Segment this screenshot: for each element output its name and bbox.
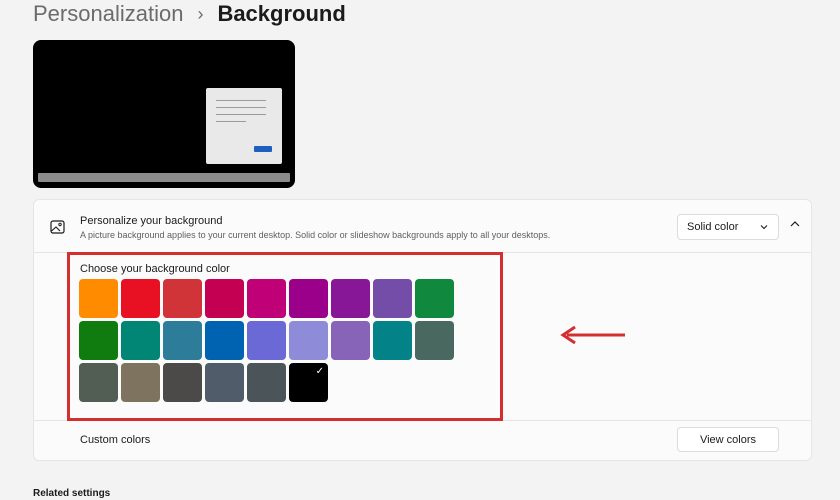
chevron-down-icon [759, 222, 769, 235]
custom-colors-row: Custom colors View colors [34, 421, 811, 460]
page-title: Background [217, 1, 346, 26]
dropdown-value: Solid color [687, 221, 739, 233]
collapse-button[interactable] [785, 216, 805, 236]
arrow-annotation-icon [560, 325, 625, 345]
breadcrumb-separator: › [197, 3, 204, 24]
preview-button [254, 146, 272, 152]
image-icon [50, 220, 65, 234]
personalize-background-card: Personalize your background A picture ba… [33, 199, 812, 461]
breadcrumb: Personalization › Background [33, 0, 346, 28]
view-colors-button[interactable]: View colors [677, 427, 779, 452]
preview-window [206, 88, 282, 164]
related-settings-heading: Related settings [33, 488, 111, 499]
chevron-up-icon [789, 217, 801, 235]
card-header[interactable]: Personalize your background A picture ba… [34, 200, 811, 253]
highlight-annotation-box [67, 252, 503, 421]
custom-colors-label: Custom colors [80, 434, 151, 446]
card-title: Personalize your background [80, 215, 223, 227]
color-picker-section: Choose your background color ✓ [34, 252, 811, 421]
desktop-preview [33, 40, 295, 188]
breadcrumb-personalization[interactable]: Personalization [33, 1, 183, 27]
preview-taskbar [38, 173, 290, 182]
background-type-dropdown[interactable]: Solid color [677, 214, 779, 240]
card-description: A picture background applies to your cur… [80, 230, 551, 240]
